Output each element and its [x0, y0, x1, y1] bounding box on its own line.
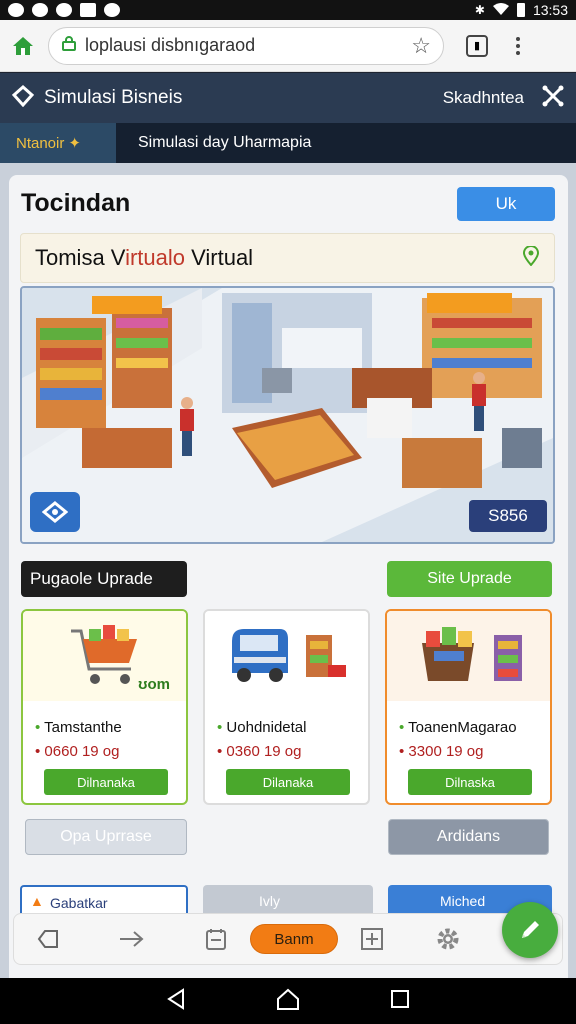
url-field[interactable]: loplausi disbnıgaraod ☆	[48, 26, 444, 65]
active-nav-button[interactable]: Banm	[250, 924, 338, 954]
overflow-menu-icon[interactable]	[516, 36, 520, 55]
wifi-icon	[492, 2, 509, 18]
lower-tab[interactable]: ▲ Gabatkar	[20, 885, 188, 915]
bluetooth-icon: ✱	[474, 3, 485, 17]
star-icon[interactable]: ☆	[411, 33, 431, 59]
calendar-icon[interactable]	[192, 919, 240, 959]
url-text: loplausi disbnıgaraod	[85, 35, 256, 55]
shopping-cart-image: ʊom	[23, 611, 186, 701]
status-icons-right: ✱ 13:53	[475, 2, 568, 18]
back-icon[interactable]	[24, 919, 72, 959]
header-right-label[interactable]: Skadhntea	[443, 88, 524, 108]
system-navigation-bar	[0, 978, 576, 1024]
store-scene-image[interactable]: S856	[20, 286, 555, 544]
site-upgrade-button[interactable]: Site Uprade	[387, 561, 552, 597]
notification-icon	[32, 3, 48, 17]
add-box-icon[interactable]	[348, 919, 396, 959]
simulation-title: Tomisa Virtualo Virtual	[35, 245, 254, 270]
buy-button[interactable]: Dilnanaka	[44, 769, 168, 795]
upgrade-item[interactable]: ʊom • Tamstanthe • 0660 19 og Dilnanaka	[21, 609, 188, 805]
gear-icon[interactable]	[424, 919, 472, 959]
ok-button[interactable]: Uk	[457, 187, 555, 221]
item-name: • Uohdnidetal	[217, 719, 307, 736]
tabs-icon[interactable]: ▮	[466, 34, 488, 57]
heart-icon	[56, 3, 72, 17]
buy-button[interactable]: Dilanaka	[226, 769, 350, 795]
forward-arrow-icon[interactable]	[108, 919, 156, 959]
item-badge: ʊom	[138, 676, 170, 693]
home-icon[interactable]	[10, 33, 36, 59]
product-boxes-image	[387, 611, 550, 701]
lower-tabs: ▲ Gabatkar Ivly Miched	[9, 885, 568, 915]
lower-tab[interactable]: Ivly	[203, 885, 373, 915]
section-tag[interactable]: Ntanoir ✦	[0, 123, 116, 163]
system-back-icon[interactable]	[165, 987, 187, 1016]
app-title: Simulasi Bisneis	[44, 87, 183, 108]
app-header: Simulasi Bisneis Skadhntea	[0, 73, 576, 123]
panel-title: Tocindan	[21, 189, 131, 217]
edit-fab-button[interactable]	[502, 902, 558, 958]
main-panel: Tocindan Uk Tomisa Virtualo Virtual S856…	[9, 175, 568, 995]
close-icon[interactable]	[542, 85, 564, 112]
simulation-card[interactable]: Tomisa Virtualo Virtual	[20, 233, 555, 283]
status-bar: ✱ 13:53	[0, 0, 576, 20]
image-icon	[80, 3, 96, 17]
status-icons-left	[8, 3, 120, 17]
flame-icon: ▲	[30, 893, 44, 909]
sub-header-text: Simulasi day Uharmapia	[138, 134, 312, 151]
item-price: • 0360 19 og	[217, 743, 302, 760]
package-upgrade-tab[interactable]: Pugaole Uprade	[21, 561, 187, 597]
location-pin-icon[interactable]	[522, 244, 540, 271]
money-badge: S856	[469, 500, 547, 532]
item-price: • 3300 19 og	[399, 743, 484, 760]
upgrade-item[interactable]: • Uohdnidetal • 0360 19 og Dilanaka	[203, 609, 370, 805]
battery-icon	[516, 3, 525, 17]
system-home-icon[interactable]	[275, 987, 301, 1016]
sparkle-icon: ✦	[68, 135, 81, 152]
delivery-van-image	[205, 611, 368, 701]
move-button[interactable]	[30, 492, 80, 532]
notification-icon	[8, 3, 24, 17]
item-name: • ToanenMagarao	[399, 719, 517, 736]
browser-toolbar: loplausi disbnıgaraod ☆ ▮	[0, 20, 576, 72]
item-price: • 0660 19 og	[35, 743, 120, 760]
system-recents-icon[interactable]	[389, 988, 411, 1015]
upgrade-item[interactable]: • ToanenMagarao • 3300 19 og Dilnaska	[385, 609, 552, 805]
lock-icon	[61, 35, 77, 56]
op-upgrade-button[interactable]: Opa Uprrase	[25, 819, 187, 855]
status-time: 13:53	[532, 2, 568, 18]
item-name: • Tamstanthe	[35, 719, 122, 736]
bottom-navigation: Banm	[13, 913, 563, 965]
app-logo-icon	[11, 84, 35, 112]
notification-icon	[104, 3, 120, 17]
buy-button[interactable]: Dilnaska	[408, 769, 532, 795]
right-action-button[interactable]: Ardidans	[388, 819, 549, 855]
sub-header: Ntanoir ✦ Simulasi day Uharmapia	[0, 123, 576, 163]
pencil-icon	[522, 921, 539, 938]
